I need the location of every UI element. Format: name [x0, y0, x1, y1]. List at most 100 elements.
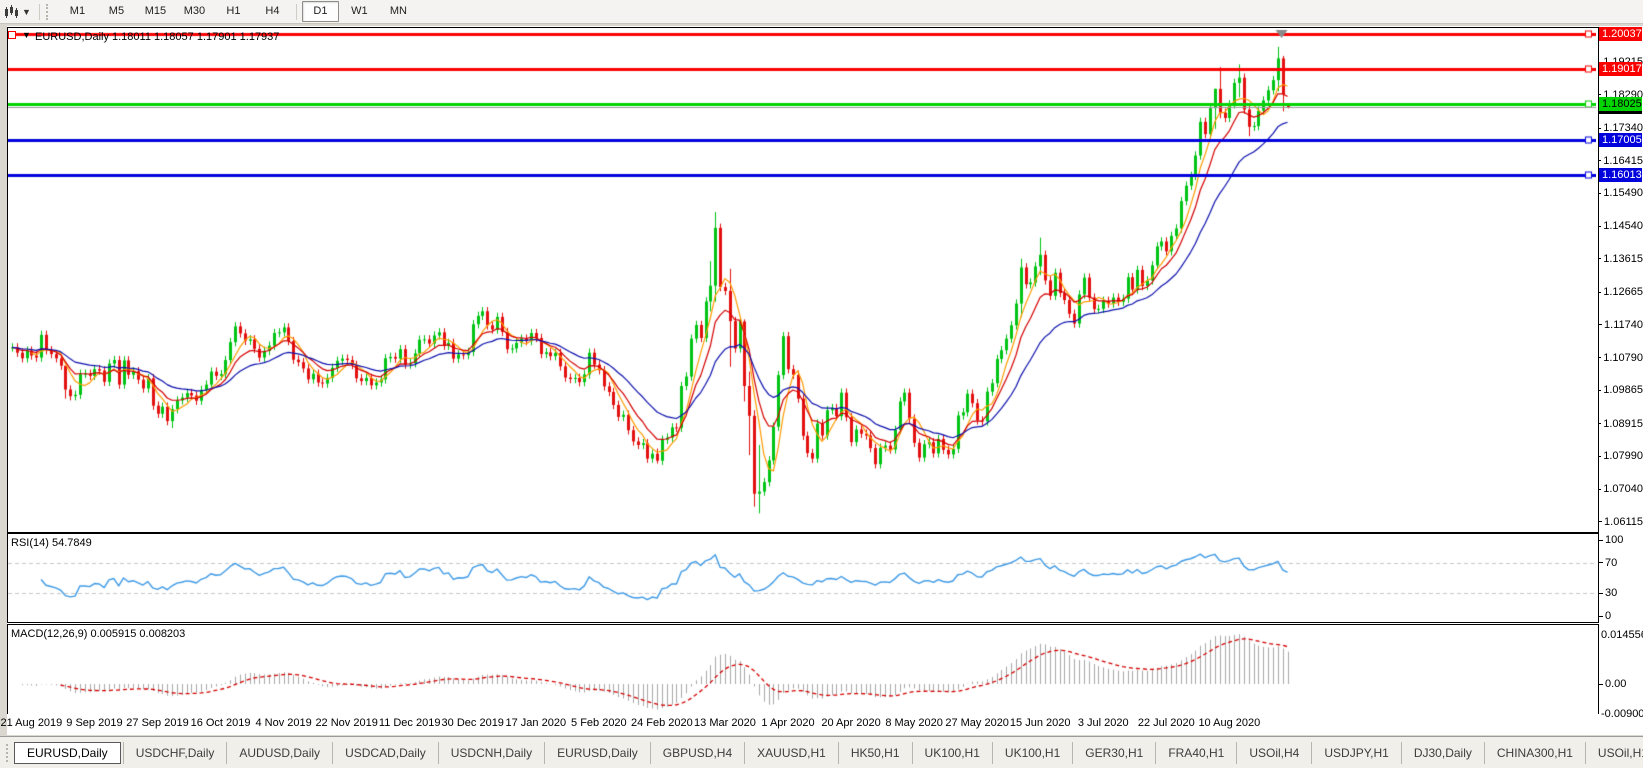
- timeframe-button-h1[interactable]: H1: [215, 1, 252, 22]
- timeframe-button-mn[interactable]: MN: [380, 1, 417, 22]
- price-tick-label: 1.08915: [1599, 417, 1643, 431]
- price-chart-canvas[interactable]: [8, 28, 1596, 530]
- tick-mark: [1599, 128, 1601, 129]
- rsi-tick-label: 30: [1599, 586, 1643, 600]
- tab-eurusd-daily[interactable]: EURUSD,Daily: [544, 742, 650, 764]
- macd-tick-label: 0.014556: [1599, 628, 1643, 642]
- date-tick-label: 8 May 2020: [879, 717, 949, 729]
- timeframe-button-m5[interactable]: M5: [98, 1, 135, 22]
- date-tick-label: 10 Aug 2020: [1194, 717, 1264, 729]
- timeframe-button-h4[interactable]: H4: [254, 1, 291, 22]
- price-tick-label: 1.12665: [1599, 285, 1643, 299]
- tab-gbpusd-h4[interactable]: GBPUSD,H4: [650, 742, 744, 764]
- hline-price-label: 1.18025: [1599, 97, 1642, 111]
- chart-tabs: EURUSD,DailyUSDCHF,DailyAUDUSD,DailyUSDC…: [12, 742, 1643, 764]
- tab-uk100-h1[interactable]: UK100,H1: [912, 742, 992, 764]
- tick-mark: [1599, 324, 1602, 325]
- tick-mark: [1599, 423, 1601, 424]
- price-tick-label: 1.07990: [1599, 449, 1643, 463]
- timeframe-group-daily: D1W1MN: [301, 1, 418, 22]
- tab-eurusd-daily[interactable]: EURUSD,Daily: [14, 742, 121, 764]
- tab-usoil-h1[interactable]: USOil,H1: [1585, 742, 1643, 764]
- macd-tick-label: 0.00: [1599, 677, 1643, 691]
- tick-mark: [1599, 593, 1603, 594]
- price-tick-label: 1.11740: [1599, 318, 1643, 332]
- price-tick-label: 1.10790: [1599, 351, 1643, 365]
- rsi-tick-label: 0: [1599, 609, 1643, 623]
- tick-mark: [1599, 160, 1601, 161]
- macd-indicator-panel: MACD(12,26,9) 0.005915 0.008203: [7, 624, 1599, 715]
- rsi-tick-label: 100: [1599, 533, 1643, 547]
- toolbar-separator: [296, 4, 297, 20]
- tick-mark: [1599, 540, 1603, 541]
- tab-dj30-daily[interactable]: DJ30,Daily: [1401, 742, 1484, 764]
- tab-china300-h1[interactable]: CHINA300,H1: [1484, 742, 1585, 764]
- price-tick-label: 1.07040: [1599, 482, 1643, 496]
- tick-mark: [1599, 292, 1601, 293]
- tab-usdcad-daily[interactable]: USDCAD,Daily: [332, 742, 438, 764]
- tabbar-drag-grip[interactable]: [6, 744, 8, 762]
- rsi-tick-label: 70: [1599, 556, 1643, 570]
- date-tick-label: 30 Dec 2019: [438, 717, 508, 729]
- tab-hk50-h1[interactable]: HK50,H1: [838, 742, 912, 764]
- toolbar-separator: [39, 4, 40, 20]
- date-tick-label: 27 Sep 2019: [123, 717, 193, 729]
- date-tick-label: 20 Apr 2020: [816, 717, 886, 729]
- tick-mark: [1599, 94, 1601, 95]
- timeframe-button-m15[interactable]: M15: [137, 1, 174, 22]
- tab-xauusd-h1[interactable]: XAUUSD,H1: [744, 742, 838, 764]
- date-axis[interactable]: 21 Aug 20199 Sep 201927 Sep 201916 Oct 2…: [7, 714, 1599, 735]
- tab-audusd-daily[interactable]: AUDUSD,Daily: [226, 742, 332, 764]
- chart-title: EURUSD,Daily 1.18011 1.18057 1.17901 1.1…: [35, 31, 279, 43]
- price-chart-panel: ▼ EURUSD,Daily 1.18011 1.18057 1.17901 1…: [7, 27, 1599, 533]
- hline-price-label: 1.16013: [1599, 168, 1642, 182]
- toolbar-drag-grip[interactable]: [46, 4, 52, 20]
- price-tick-label: 1.09865: [1599, 383, 1643, 397]
- timeframe-button-d1[interactable]: D1: [302, 1, 339, 22]
- tab-usdchf-daily[interactable]: USDCHF,Daily: [123, 742, 227, 764]
- timeframe-button-w1[interactable]: W1: [341, 1, 378, 22]
- date-tick-label: 1 Apr 2020: [753, 717, 823, 729]
- rsi-label: RSI(14) 54.7849: [11, 537, 92, 549]
- timeframe-button-m30[interactable]: M30: [176, 1, 213, 22]
- chart-tab-bar: EURUSD,DailyUSDCHF,DailyAUDUSD,DailyUSDC…: [0, 736, 1643, 768]
- hline-price-label: 1.17005: [1599, 133, 1642, 147]
- tab-fra40-h1[interactable]: FRA40,H1: [1155, 742, 1236, 764]
- date-tick-label: 5 Feb 2020: [564, 717, 634, 729]
- tab-usoil-h4[interactable]: USOil,H4: [1236, 742, 1311, 764]
- date-tick-label: 16 Oct 2019: [186, 717, 256, 729]
- rsi-canvas[interactable]: [8, 534, 1596, 620]
- tab-uk100-h1[interactable]: UK100,H1: [992, 742, 1072, 764]
- date-tick-label: 27 May 2020: [942, 717, 1012, 729]
- chart-indicator-icon[interactable]: [2, 3, 22, 21]
- timeframe-group-intraday: M1M5M15M30H1H4: [58, 1, 292, 22]
- tab-usdjpy-h1[interactable]: USDJPY,H1: [1311, 742, 1400, 764]
- date-tick-label: 13 Mar 2020: [690, 717, 760, 729]
- date-tick-label: 17 Jan 2020: [501, 717, 571, 729]
- price-scale[interactable]: 1.192151.182901.173401.164151.154901.145…: [1599, 27, 1643, 714]
- tab-ger30-h1[interactable]: GER30,H1: [1072, 742, 1155, 764]
- tick-mark: [1599, 456, 1601, 457]
- symbol-caret-icon: ▼: [22, 30, 31, 40]
- tick-mark: [1599, 684, 1603, 685]
- tick-mark: [1599, 390, 1601, 391]
- date-tick-label: 24 Feb 2020: [627, 717, 697, 729]
- price-tick-label: 1.14540: [1599, 219, 1643, 233]
- chevron-down-icon[interactable]: ▼: [22, 7, 31, 17]
- date-tick-label: 15 Jun 2020: [1005, 717, 1075, 729]
- trendline-handle[interactable]: [8, 31, 16, 39]
- tick-mark: [1599, 226, 1601, 227]
- tick-mark: [1599, 616, 1603, 617]
- date-tick-label: 22 Jul 2020: [1131, 717, 1201, 729]
- tick-mark: [1599, 521, 1602, 522]
- hline-price-label: 1.20037: [1599, 27, 1642, 41]
- hline-price-label: 1.19017: [1599, 62, 1642, 76]
- tick-mark: [1599, 562, 1603, 563]
- tab-usdcnh-daily[interactable]: USDCNH,Daily: [438, 742, 544, 764]
- price-tick-label: 1.16415: [1599, 154, 1643, 168]
- timeframe-button-m1[interactable]: M1: [59, 1, 96, 22]
- macd-canvas[interactable]: [8, 625, 1596, 712]
- macd-label: MACD(12,26,9) 0.005915 0.008203: [11, 628, 185, 640]
- tick-mark: [1599, 193, 1601, 194]
- date-tick-label: 22 Nov 2019: [312, 717, 382, 729]
